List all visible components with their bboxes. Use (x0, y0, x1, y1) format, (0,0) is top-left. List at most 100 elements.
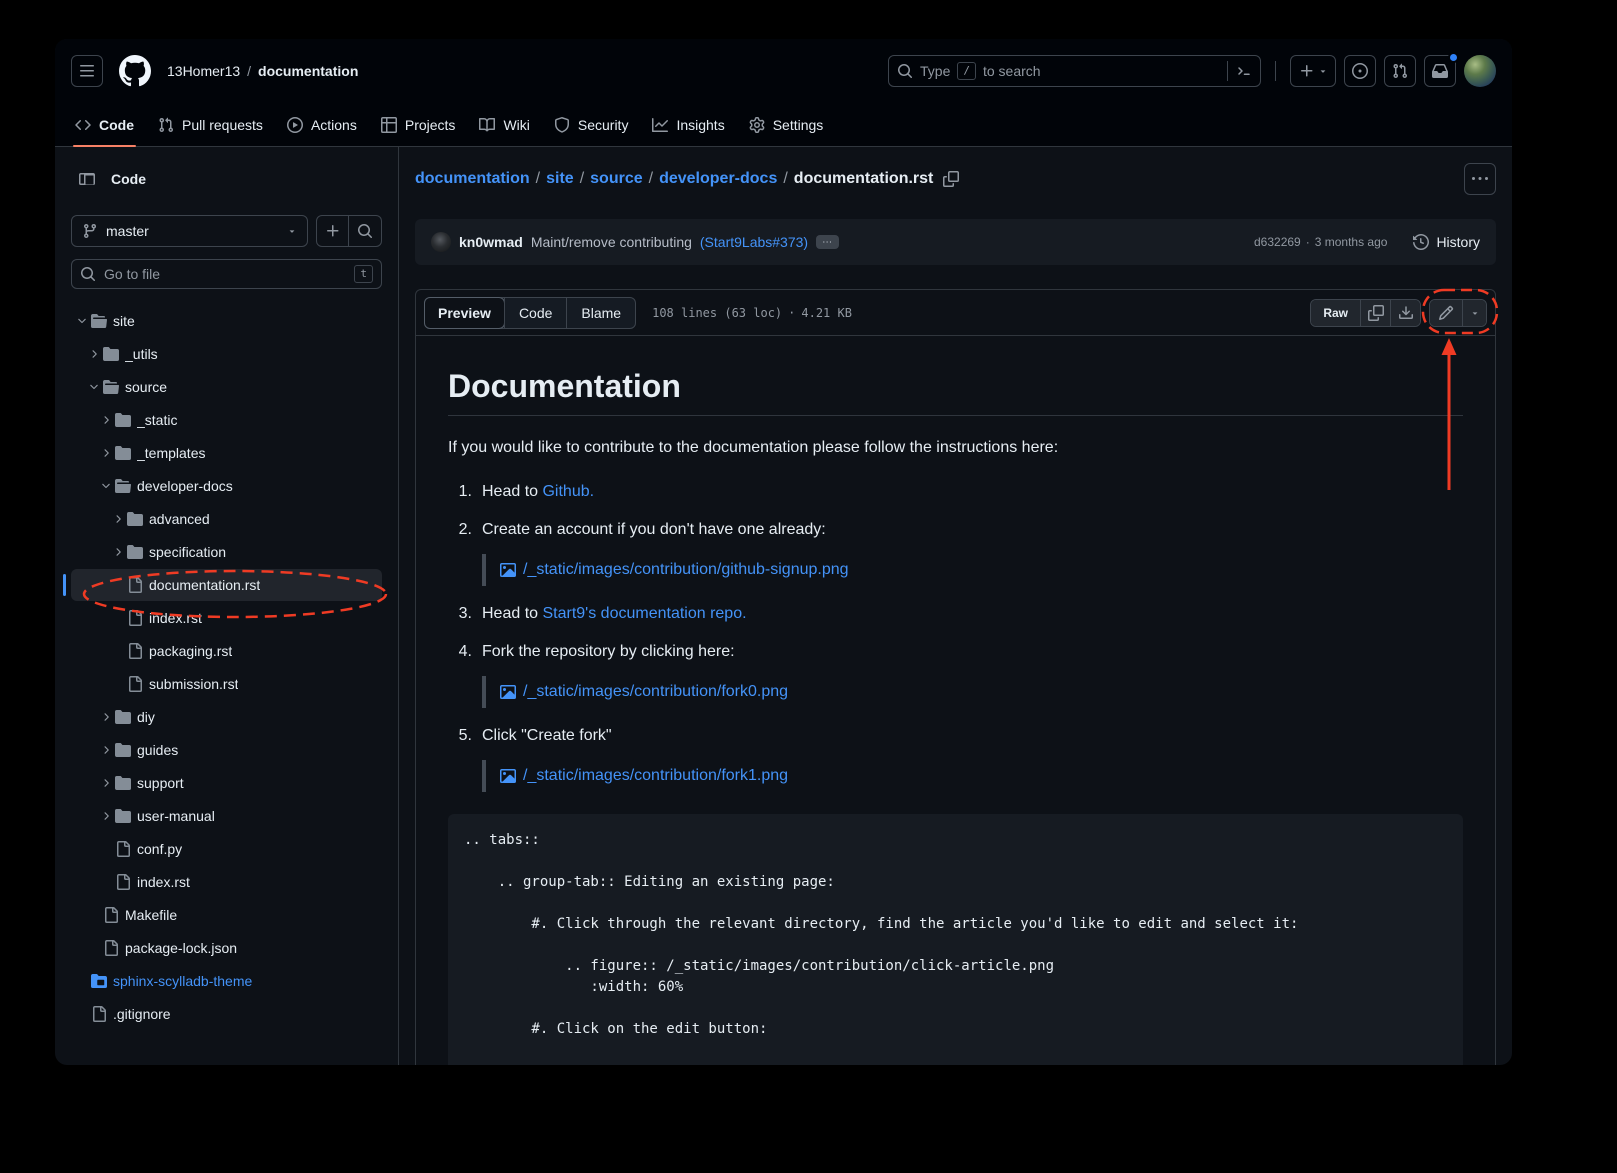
start9-docs-repo-link[interactable]: Start9's documentation repo. (542, 605, 746, 622)
edit-dropdown-button[interactable] (1462, 300, 1486, 326)
tree-item-makefile[interactable]: Makefile (71, 899, 382, 931)
breadcrumb-site-link[interactable]: site (546, 170, 574, 188)
search-icon (357, 223, 373, 239)
breadcrumb-developer-docs-link[interactable]: developer-docs (659, 170, 777, 188)
issue-icon (1352, 63, 1368, 79)
image-path-link[interactable]: /_static/images/contribution/fork0.png (523, 680, 788, 704)
header-owner-link[interactable]: 13Homer13 (167, 63, 240, 79)
tree-item-sphinx-scylladb-theme[interactable]: sphinx-scylladb-theme (71, 965, 382, 997)
tab-projects[interactable]: Projects (373, 103, 464, 146)
raw-button[interactable]: Raw (1311, 300, 1360, 326)
chevron-right-icon (99, 711, 113, 723)
commit-author[interactable]: kn0wmad (459, 234, 523, 250)
edit-file-button[interactable] (1430, 300, 1462, 326)
header-repo-link[interactable]: documentation (258, 63, 358, 79)
chevron-down-icon (75, 315, 89, 327)
image-path-link[interactable]: /_static/images/contribution/fork1.png (523, 764, 788, 788)
copy-file-button[interactable] (1360, 300, 1390, 326)
global-search-input[interactable]: Type / to search (888, 55, 1261, 87)
tab-pull-requests[interactable]: Pull requests (150, 103, 271, 146)
commit-sha[interactable]: d632269 (1254, 235, 1301, 249)
download-icon (1398, 305, 1414, 321)
download-button[interactable] (1390, 300, 1420, 326)
breadcrumb-source-link[interactable]: source (590, 170, 642, 188)
breadcrumb-repo-link[interactable]: documentation (415, 170, 530, 188)
tree-item-advanced[interactable]: advanced (71, 503, 382, 535)
tree-item-specification[interactable]: specification (71, 536, 382, 568)
tree-item-packaging-rst[interactable]: packaging.rst (71, 635, 382, 667)
file-options-button[interactable] (1464, 163, 1496, 195)
tab-security[interactable]: Security (546, 103, 637, 146)
history-icon (1413, 234, 1429, 250)
tree-item-developer-docs[interactable]: developer-docs (71, 470, 382, 502)
tab-preview[interactable]: Preview (424, 297, 505, 329)
tree-item-documentation-rst[interactable]: documentation.rst (71, 569, 382, 601)
branch-selector[interactable]: master (71, 215, 308, 247)
tab-actions[interactable]: Actions (279, 103, 365, 146)
tab-settings[interactable]: Settings (741, 103, 832, 146)
tree-item-package-lock-json[interactable]: package-lock.json (71, 932, 382, 964)
tree-item-user-manual[interactable]: user-manual (71, 800, 382, 832)
tree-item-support[interactable]: support (71, 767, 382, 799)
tree-item-source[interactable]: source (71, 371, 382, 403)
add-file-button[interactable] (316, 215, 349, 247)
tree-item-index-rst-2[interactable]: index.rst (71, 866, 382, 898)
copy-icon (943, 171, 959, 187)
latest-commit-bar: kn0wmad Maint/remove contributing (Start… (415, 219, 1496, 265)
tree-item-index-rst[interactable]: index.rst (71, 602, 382, 634)
sidebar-controls: master (71, 215, 382, 247)
global-header: 13Homer13 / documentation Type / to sear… (55, 39, 1512, 103)
file-tree-sidebar: Code master Go to file t (55, 147, 399, 1065)
tab-wiki[interactable]: Wiki (471, 103, 537, 146)
tree-item-utils[interactable]: _utils (71, 338, 382, 370)
chevron-down-icon (1318, 66, 1328, 76)
commit-author-avatar[interactable] (431, 232, 451, 252)
expand-commit-message-button[interactable]: ⋯ (816, 235, 839, 249)
chevron-right-icon (99, 810, 113, 822)
create-new-button[interactable] (1290, 55, 1336, 87)
pull-requests-button[interactable] (1384, 55, 1416, 87)
chevron-right-icon (87, 348, 101, 360)
tree-item-site[interactable]: site (71, 305, 382, 337)
tree-item-gitignore[interactable]: .gitignore (71, 998, 382, 1030)
tree-item-diy[interactable]: diy (71, 701, 382, 733)
broken-image-icon (500, 768, 516, 784)
tree-item-submission-rst[interactable]: submission.rst (71, 668, 382, 700)
tab-insights[interactable]: Insights (644, 103, 732, 146)
folder-icon (127, 544, 143, 560)
slash-key-hint: / (957, 62, 976, 80)
list-item-5: 5. Click "Create fork" /_static/images/c… (448, 724, 1463, 794)
tree-item-templates[interactable]: _templates (71, 437, 382, 469)
chevron-right-icon (99, 777, 113, 789)
table-icon (381, 117, 397, 133)
history-button[interactable]: History (1413, 234, 1480, 250)
tree-item-guides[interactable]: guides (71, 734, 382, 766)
commit-message[interactable]: Maint/remove contributing (531, 234, 692, 250)
chevron-down-icon (87, 381, 101, 393)
hamburger-menu-button[interactable] (71, 55, 103, 87)
chevron-down-icon (287, 226, 297, 236)
tab-blame[interactable]: Blame (566, 298, 635, 328)
image-path-link[interactable]: /_static/images/contribution/github-sign… (523, 558, 849, 582)
github-logo[interactable] (119, 55, 151, 87)
user-avatar[interactable] (1464, 55, 1496, 87)
search-tree-button[interactable] (349, 215, 382, 247)
notifications-button[interactable] (1424, 55, 1456, 87)
folder-icon (127, 511, 143, 527)
copy-path-button[interactable] (943, 171, 959, 187)
command-palette-button[interactable] (1227, 61, 1252, 81)
folder-icon (115, 445, 131, 461)
search-placeholder-post: to search (983, 63, 1041, 79)
issues-button[interactable] (1344, 55, 1376, 87)
folder-icon (115, 709, 131, 725)
tree-item-static[interactable]: _static (71, 404, 382, 436)
collapse-sidebar-button[interactable] (71, 163, 103, 195)
file-icon (127, 676, 143, 692)
github-link[interactable]: Github. (542, 483, 594, 500)
tab-code-view[interactable]: Code (504, 298, 566, 328)
tab-code[interactable]: Code (67, 103, 142, 146)
commit-pr-link[interactable]: (Start9Labs#373) (700, 234, 808, 250)
header-divider (1275, 61, 1276, 81)
go-to-file-input[interactable]: Go to file t (71, 259, 382, 289)
tree-item-conf-py[interactable]: conf.py (71, 833, 382, 865)
